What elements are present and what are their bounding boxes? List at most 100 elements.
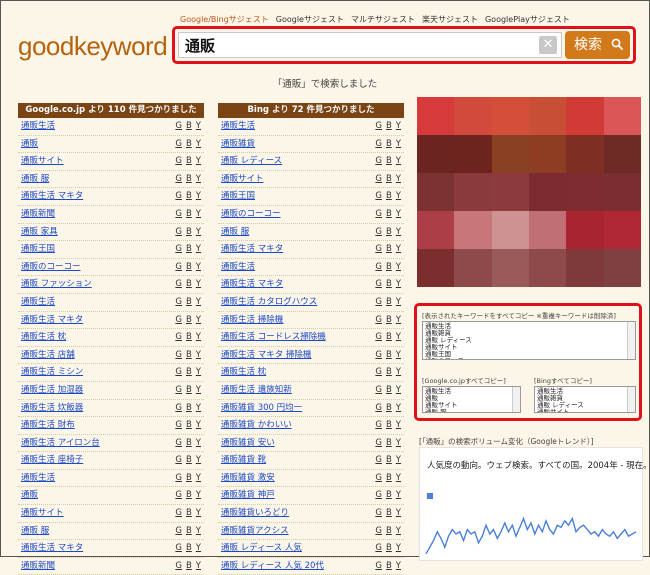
- engine-link-y[interactable]: Y: [196, 244, 201, 254]
- search-button[interactable]: 検索: [565, 31, 630, 59]
- engine-link-y[interactable]: Y: [196, 279, 201, 289]
- engine-link-g[interactable]: G: [375, 332, 382, 342]
- bing-keyword-link[interactable]: 通販生活 マキタ 掃除機: [221, 347, 311, 364]
- bing-keyword-link[interactable]: 通販生活: [221, 259, 255, 276]
- bing-keyword-link[interactable]: 通販 レディース 人気: [221, 540, 302, 557]
- bing-keyword-link[interactable]: 通販生活 マキタ: [221, 276, 283, 293]
- engine-link-y[interactable]: Y: [196, 403, 201, 413]
- engine-link-b[interactable]: B: [386, 438, 392, 448]
- copy-all-textarea[interactable]: 通販生活通販雑貨通販 レディース通販サイト通販王国通販のコーコー: [422, 321, 636, 360]
- google-keyword-link[interactable]: 通販生活 財布: [21, 417, 75, 434]
- engine-link-y[interactable]: Y: [196, 473, 201, 483]
- site-logo[interactable]: goodkeyword: [18, 31, 168, 62]
- google-keyword-link[interactable]: 通販王国: [21, 241, 55, 258]
- engine-link-b[interactable]: B: [386, 332, 392, 342]
- engine-link-b[interactable]: B: [186, 279, 192, 289]
- google-keyword-link[interactable]: 通販生活 マキタ: [21, 312, 83, 329]
- engine-link-b[interactable]: B: [186, 139, 192, 149]
- google-keyword-link[interactable]: 通販生活 アイロン台: [21, 435, 100, 452]
- google-keyword-link[interactable]: 通販 服: [21, 171, 49, 188]
- engine-link-b[interactable]: B: [386, 121, 392, 131]
- engine-link-g[interactable]: G: [375, 455, 382, 465]
- engine-link-y[interactable]: Y: [396, 121, 401, 131]
- engine-link-g[interactable]: G: [175, 279, 182, 289]
- engine-link-y[interactable]: Y: [196, 438, 201, 448]
- search-input[interactable]: [178, 32, 562, 58]
- engine-link-g[interactable]: G: [175, 420, 182, 430]
- engine-link-b[interactable]: B: [386, 156, 392, 166]
- engine-link-g[interactable]: G: [175, 121, 182, 131]
- engine-link-b[interactable]: B: [186, 315, 192, 325]
- google-keyword-link[interactable]: 通販生活 マキタ: [21, 188, 83, 205]
- engine-link-g[interactable]: G: [175, 156, 182, 166]
- engine-link-g[interactable]: G: [375, 367, 382, 377]
- copy-google-textarea[interactable]: 通販生活 通販 通販サイト 通販 服: [422, 386, 521, 413]
- engine-link-b[interactable]: B: [386, 420, 392, 430]
- engine-link-y[interactable]: Y: [196, 367, 201, 377]
- copy-bing-textarea[interactable]: 通販生活 通販雑貨 通販 レディース 通販サイト: [534, 386, 636, 413]
- engine-link-y[interactable]: Y: [396, 508, 401, 518]
- google-keyword-link[interactable]: 通販 家具: [21, 224, 58, 241]
- bing-keyword-link[interactable]: 通販雑貨 300 円均一: [221, 400, 302, 417]
- engine-link-g[interactable]: G: [175, 543, 182, 553]
- engine-link-b[interactable]: B: [386, 191, 392, 201]
- engine-link-y[interactable]: Y: [396, 279, 401, 289]
- bing-keyword-link[interactable]: 通販サイト: [221, 171, 264, 188]
- engine-link-y[interactable]: Y: [196, 526, 201, 536]
- engine-link-b[interactable]: B: [186, 244, 192, 254]
- ad-image-mosaic[interactable]: [417, 97, 641, 287]
- engine-link-b[interactable]: B: [186, 543, 192, 553]
- bing-keyword-link[interactable]: 通販生活 枕: [221, 364, 266, 381]
- engine-link-b[interactable]: B: [186, 473, 192, 483]
- engine-link-g[interactable]: G: [375, 121, 382, 131]
- engine-link-g[interactable]: G: [175, 385, 182, 395]
- engine-link-g[interactable]: G: [375, 244, 382, 254]
- engine-link-g[interactable]: G: [175, 262, 182, 272]
- engine-link-g[interactable]: G: [375, 227, 382, 237]
- engine-link-b[interactable]: B: [386, 279, 392, 289]
- engine-link-g[interactable]: G: [375, 139, 382, 149]
- engine-link-b[interactable]: B: [386, 490, 392, 500]
- engine-link-b[interactable]: B: [386, 139, 392, 149]
- engine-link-y[interactable]: Y: [396, 385, 401, 395]
- engine-link-y[interactable]: Y: [396, 244, 401, 254]
- engine-link-b[interactable]: B: [186, 262, 192, 272]
- engine-link-b[interactable]: B: [186, 121, 192, 131]
- nav-google[interactable]: Googleサジェスト: [276, 14, 344, 25]
- engine-link-g[interactable]: G: [375, 191, 382, 201]
- engine-link-y[interactable]: Y: [196, 455, 201, 465]
- scrollbar[interactable]: [627, 322, 635, 359]
- google-keyword-link[interactable]: 通販サイト: [21, 153, 64, 170]
- engine-link-y[interactable]: Y: [196, 262, 201, 272]
- nav-multi[interactable]: マルチサジェスト: [351, 14, 415, 25]
- bing-keyword-link[interactable]: 通販 レディース: [221, 153, 282, 170]
- engine-link-g[interactable]: G: [375, 350, 382, 360]
- engine-link-b[interactable]: B: [386, 174, 392, 184]
- engine-link-b[interactable]: B: [386, 455, 392, 465]
- engine-link-b[interactable]: B: [386, 297, 392, 307]
- engine-link-y[interactable]: Y: [396, 473, 401, 483]
- bing-keyword-link[interactable]: 通販王国: [221, 188, 255, 205]
- google-keyword-link[interactable]: 通販生活 加湿器: [21, 382, 83, 399]
- google-keyword-link[interactable]: 通販生活 ミシン: [21, 364, 83, 381]
- google-keyword-link[interactable]: 通販生活 座椅子: [21, 452, 83, 469]
- engine-link-y[interactable]: Y: [196, 385, 201, 395]
- engine-link-g[interactable]: G: [175, 455, 182, 465]
- engine-link-y[interactable]: Y: [396, 350, 401, 360]
- engine-link-b[interactable]: B: [186, 350, 192, 360]
- bing-keyword-link[interactable]: 通販生活 カタログハウス: [221, 294, 317, 311]
- bing-keyword-link[interactable]: 通販生活 遺族知新: [221, 382, 292, 399]
- engine-link-g[interactable]: G: [375, 403, 382, 413]
- engine-link-y[interactable]: Y: [396, 561, 401, 571]
- engine-link-y[interactable]: Y: [396, 174, 401, 184]
- engine-link-b[interactable]: B: [386, 262, 392, 272]
- engine-link-b[interactable]: B: [186, 209, 192, 219]
- google-keyword-link[interactable]: 通販のコーコー: [21, 259, 81, 276]
- bing-keyword-link[interactable]: 通販 レディース 人気 20代: [221, 558, 324, 575]
- engine-link-y[interactable]: Y: [196, 227, 201, 237]
- engine-link-g[interactable]: G: [375, 315, 382, 325]
- engine-link-b[interactable]: B: [186, 385, 192, 395]
- engine-link-g[interactable]: G: [175, 438, 182, 448]
- google-keyword-link[interactable]: 通販: [21, 136, 38, 153]
- engine-link-b[interactable]: B: [186, 227, 192, 237]
